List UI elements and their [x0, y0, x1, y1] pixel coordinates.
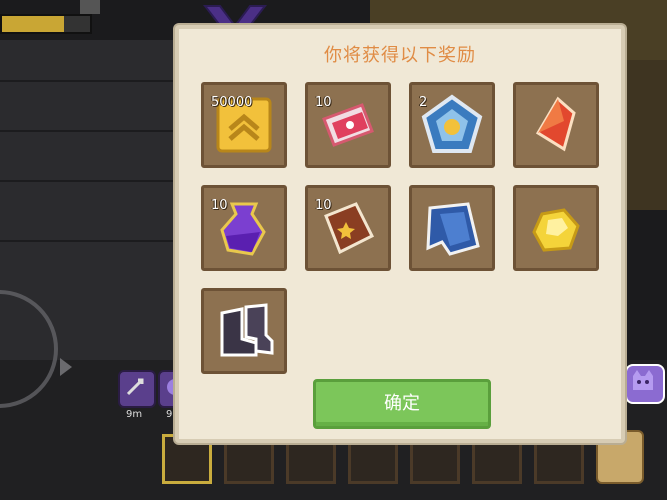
health-bar [0, 14, 92, 34]
reward-count: 10 [211, 198, 228, 213]
reward-slot[interactable]: 2 [409, 82, 495, 168]
wall-line [0, 240, 180, 242]
reward-count: 50000 [211, 95, 253, 110]
wall-line [0, 180, 180, 182]
reward-slot[interactable] [409, 185, 495, 271]
boots-icon [220, 303, 274, 357]
sword-icon [126, 378, 144, 396]
reward-count: 2 [419, 95, 428, 110]
wall-line [0, 80, 180, 82]
dialog-title: 你将获得以下奖励 [324, 45, 476, 66]
reward-slot[interactable] [513, 185, 599, 271]
health-bar-fill [2, 16, 64, 32]
reward-slot[interactable]: 10 [305, 185, 391, 271]
joystick-arrow-icon [60, 358, 72, 376]
wall-line [0, 130, 180, 132]
confirm-button[interactable]: 确定 [313, 379, 491, 429]
top-icon [80, 0, 100, 14]
reward-slot[interactable]: 10 [305, 82, 391, 168]
pet-button[interactable] [625, 364, 665, 404]
reward-slot[interactable]: 50000 [201, 82, 287, 168]
reward-count: 10 [315, 198, 332, 213]
cat-face-icon [633, 370, 653, 390]
skill-button[interactable]: 9m [118, 370, 156, 420]
pentagon-medal-icon [421, 94, 483, 153]
reward-slot[interactable] [201, 288, 287, 374]
reward-count: 10 [315, 95, 332, 110]
reward-dialog: 你将获得以下奖励 50000 10 2 10 10 确定 [175, 25, 625, 443]
reward-slot[interactable] [513, 82, 599, 168]
reward-slot[interactable]: 10 [201, 185, 287, 271]
skill-distance: 9 [166, 409, 173, 420]
gold-nugget-icon [532, 208, 580, 252]
blue-cloak-icon [426, 202, 480, 256]
red-crystal-icon [535, 96, 576, 152]
skill-distance: 9m [126, 409, 143, 420]
